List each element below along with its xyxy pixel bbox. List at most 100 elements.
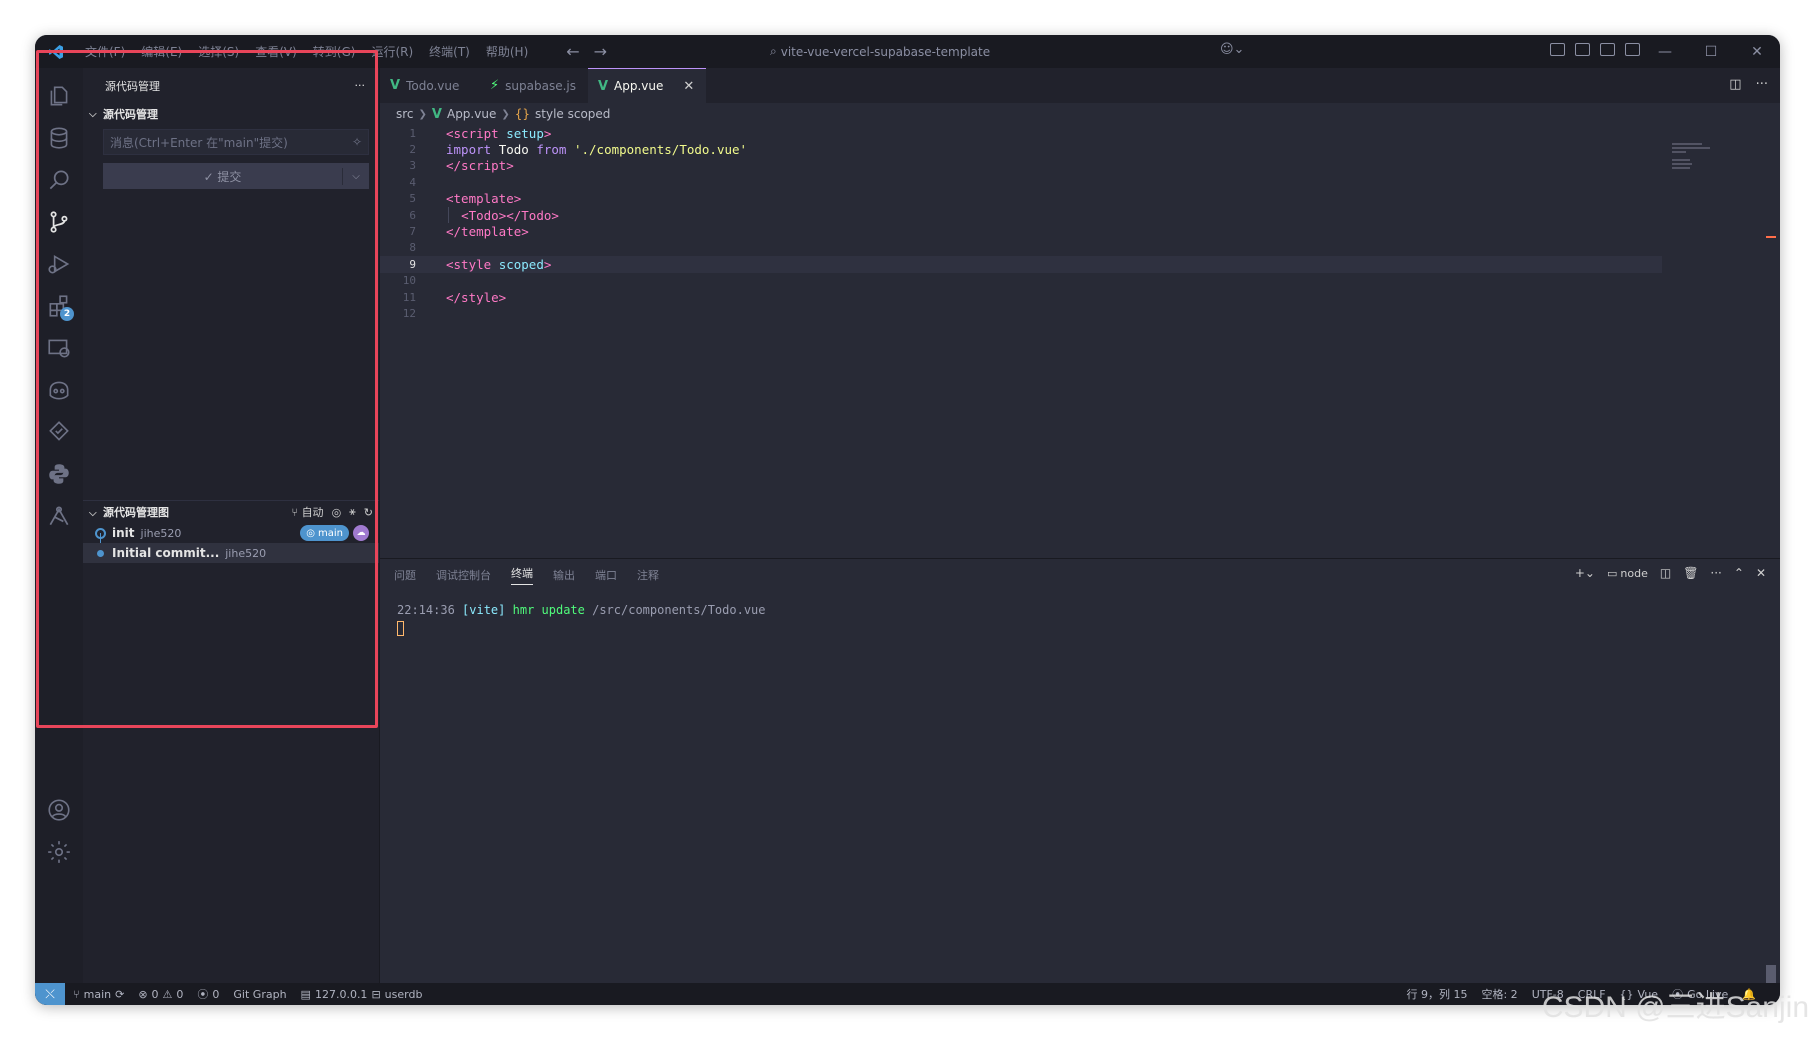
menu-file[interactable]: 文件(F) <box>77 43 133 60</box>
tab-ports[interactable]: 端口 <box>595 567 617 583</box>
close-tab-icon[interactable]: ✕ <box>683 79 694 94</box>
extensions-icon[interactable]: 2 <box>35 282 83 330</box>
new-terminal-icon[interactable]: +⌄ <box>1575 566 1595 580</box>
line-number: 7 <box>409 225 416 239</box>
remote-indicator-icon[interactable]: ⤬ <box>35 983 65 1005</box>
source-control-sidebar: 源代码管理 ··· ⌵ 源代码管理 消息(Ctrl+Enter 在"main"提… <box>83 68 380 983</box>
cursor-position[interactable]: 行 9，列 15 <box>1406 986 1467 1002</box>
menu-help[interactable]: 帮助(H) <box>478 43 536 60</box>
source-control-icon[interactable] <box>35 198 83 246</box>
maximize-icon[interactable]: ☐ <box>1688 35 1734 68</box>
customize-layout-icon[interactable] <box>1625 43 1640 56</box>
scm-graph-header[interactable]: ⌵ 源代码管理图 ⑂ 自动 ◎ ⚹ ↻ <box>83 501 379 523</box>
line-number: 10 <box>402 274 416 288</box>
commit-button-label[interactable]: ✓ 提交 <box>103 167 343 185</box>
tab-comments[interactable]: 注释 <box>637 567 659 583</box>
branch-indicator[interactable]: ⑂ main ⟳ <box>73 988 124 1001</box>
commit-node-icon <box>97 549 104 557</box>
menu-view[interactable]: 查看(V) <box>247 43 305 60</box>
panel-scrollbar[interactable] <box>1766 965 1776 983</box>
python-icon[interactable] <box>35 450 83 498</box>
testing-icon[interactable] <box>35 408 83 456</box>
menu-edit[interactable]: 编辑(E) <box>133 43 190 60</box>
ports-count: 0 <box>212 987 220 1001</box>
problems-indicator[interactable]: ⊗ 0 ⚠ 0 <box>138 988 183 1001</box>
tab-supabase-js[interactable]: ⚡ supabase.js <box>480 68 588 103</box>
close-window-icon[interactable]: ✕ <box>1734 35 1780 68</box>
indent-guide <box>448 206 449 224</box>
run-debug-icon[interactable] <box>35 240 83 288</box>
tab-terminal[interactable]: 终端 <box>511 565 533 585</box>
split-editor-icon[interactable]: ◫ <box>1729 77 1741 92</box>
search-icon[interactable] <box>35 156 83 204</box>
graph-commit-row[interactable]: Initial commit... jihe520 <box>83 543 379 563</box>
database-icon[interactable] <box>35 114 83 162</box>
more-actions-icon[interactable]: ··· <box>355 79 366 92</box>
close-panel-icon[interactable]: ✕ <box>1756 566 1766 580</box>
code-line: 7 </template> <box>380 223 1780 239</box>
copilot-icon[interactable] <box>35 366 83 414</box>
branch-auto-button[interactable]: ⑂ 自动 <box>291 504 323 520</box>
commit-message-placeholder: 消息(Ctrl+Enter 在"main"提交) <box>110 135 288 150</box>
menu-go[interactable]: 转到(G) <box>305 43 364 60</box>
error-count: 0 <box>151 987 159 1001</box>
tab-problems[interactable]: 问题 <box>394 567 416 583</box>
commit-button[interactable]: ✓ 提交 ⌵ <box>103 163 369 189</box>
explorer-icon[interactable] <box>35 72 83 120</box>
indentation[interactable]: 空格: 2 <box>1481 986 1517 1002</box>
trash-icon[interactable]: 🗑 <box>1683 566 1698 580</box>
terminal-output[interactable]: 22:14:36 [vite] hmr update /src/componen… <box>380 591 1780 636</box>
sparkle-icon[interactable]: ✧ <box>352 135 362 149</box>
toggle-primary-sidebar-icon[interactable] <box>1550 43 1565 56</box>
terminal-selector[interactable]: ▭ node <box>1607 567 1648 580</box>
commit-author: jihe520 <box>140 526 182 540</box>
scm-section-header[interactable]: ⌵ 源代码管理 <box>83 103 379 125</box>
server-icon: ▤ <box>300 987 311 1001</box>
code-text: <Todo></Todo> <box>461 207 559 223</box>
line-number: 12 <box>402 306 416 320</box>
tab-todo-vue[interactable]: V Todo.vue <box>380 68 480 103</box>
terminal-action: hmr update <box>512 603 585 617</box>
remote-explorer-icon[interactable] <box>35 324 83 372</box>
accounts-icon[interactable] <box>35 786 83 834</box>
git-graph-button[interactable]: Git Graph <box>233 988 286 1001</box>
tab-output[interactable]: 输出 <box>553 567 575 583</box>
code-text: </style> <box>446 289 507 305</box>
db-connection[interactable]: ▤ 127.0.0.1 ⊟ userdb <box>301 988 423 1001</box>
minimap[interactable] <box>1672 143 1712 173</box>
menu-terminal[interactable]: 终端(T) <box>421 43 478 60</box>
fetch-icon[interactable]: ⚹ <box>349 505 356 519</box>
tab-debug-console[interactable]: 调试控制台 <box>436 567 491 583</box>
copilot-menu-icon[interactable]: ☺⌄ <box>1220 42 1244 57</box>
menu-run[interactable]: 运行(R) <box>363 43 421 60</box>
ports-indicator[interactable]: ⦿ 0 <box>197 986 219 1002</box>
settings-gear-icon[interactable] <box>35 828 83 876</box>
code-text: </template> <box>446 224 529 240</box>
code-editor[interactable]: 1 <script setup> 2 import Todo from './com… <box>380 125 1780 558</box>
minimize-icon[interactable]: — <box>1642 35 1688 68</box>
chevron-down-icon[interactable]: ⌵ <box>343 171 369 182</box>
breadcrumb-file[interactable]: App.vue <box>447 107 496 121</box>
line-number: 5 <box>409 192 416 206</box>
refresh-icon[interactable]: ↻ <box>364 506 373 519</box>
terminal-line: 22:14:36 [vite] hmr update /src/componen… <box>397 603 1780 617</box>
more-actions-icon[interactable]: ··· <box>1710 566 1721 580</box>
back-arrow-icon[interactable]: ← <box>566 42 579 61</box>
commit-message-input[interactable]: 消息(Ctrl+Enter 在"main"提交) ✧ <box>103 129 369 155</box>
breadcrumb-folder[interactable]: src <box>396 107 414 121</box>
target-icon[interactable]: ◎ <box>332 506 342 519</box>
forward-arrow-icon[interactable]: → <box>594 42 607 61</box>
menu-selection[interactable]: 选择(S) <box>190 43 247 60</box>
code-text: </script> <box>446 158 514 174</box>
code-line: 8 <box>380 240 1780 256</box>
scm-graph-section: ⌵ 源代码管理图 ⑂ 自动 ◎ ⚹ ↻ init jihe520 ◎ main ☁ … <box>83 500 379 563</box>
graph-commit-row[interactable]: init jihe520 ◎ main ☁ <box>83 523 379 553</box>
tab-app-vue[interactable]: V App.vue ✕ <box>587 68 707 103</box>
more-actions-icon[interactable]: ··· <box>1756 77 1768 92</box>
maximize-panel-icon[interactable]: ⌃ <box>1734 566 1744 580</box>
git-graph-icon[interactable] <box>35 492 83 540</box>
toggle-panel-icon[interactable] <box>1575 43 1590 56</box>
toggle-secondary-sidebar-icon[interactable] <box>1600 43 1615 56</box>
split-terminal-icon[interactable]: ◫ <box>1660 566 1671 580</box>
breadcrumb-symbol[interactable]: style scoped <box>535 107 610 121</box>
